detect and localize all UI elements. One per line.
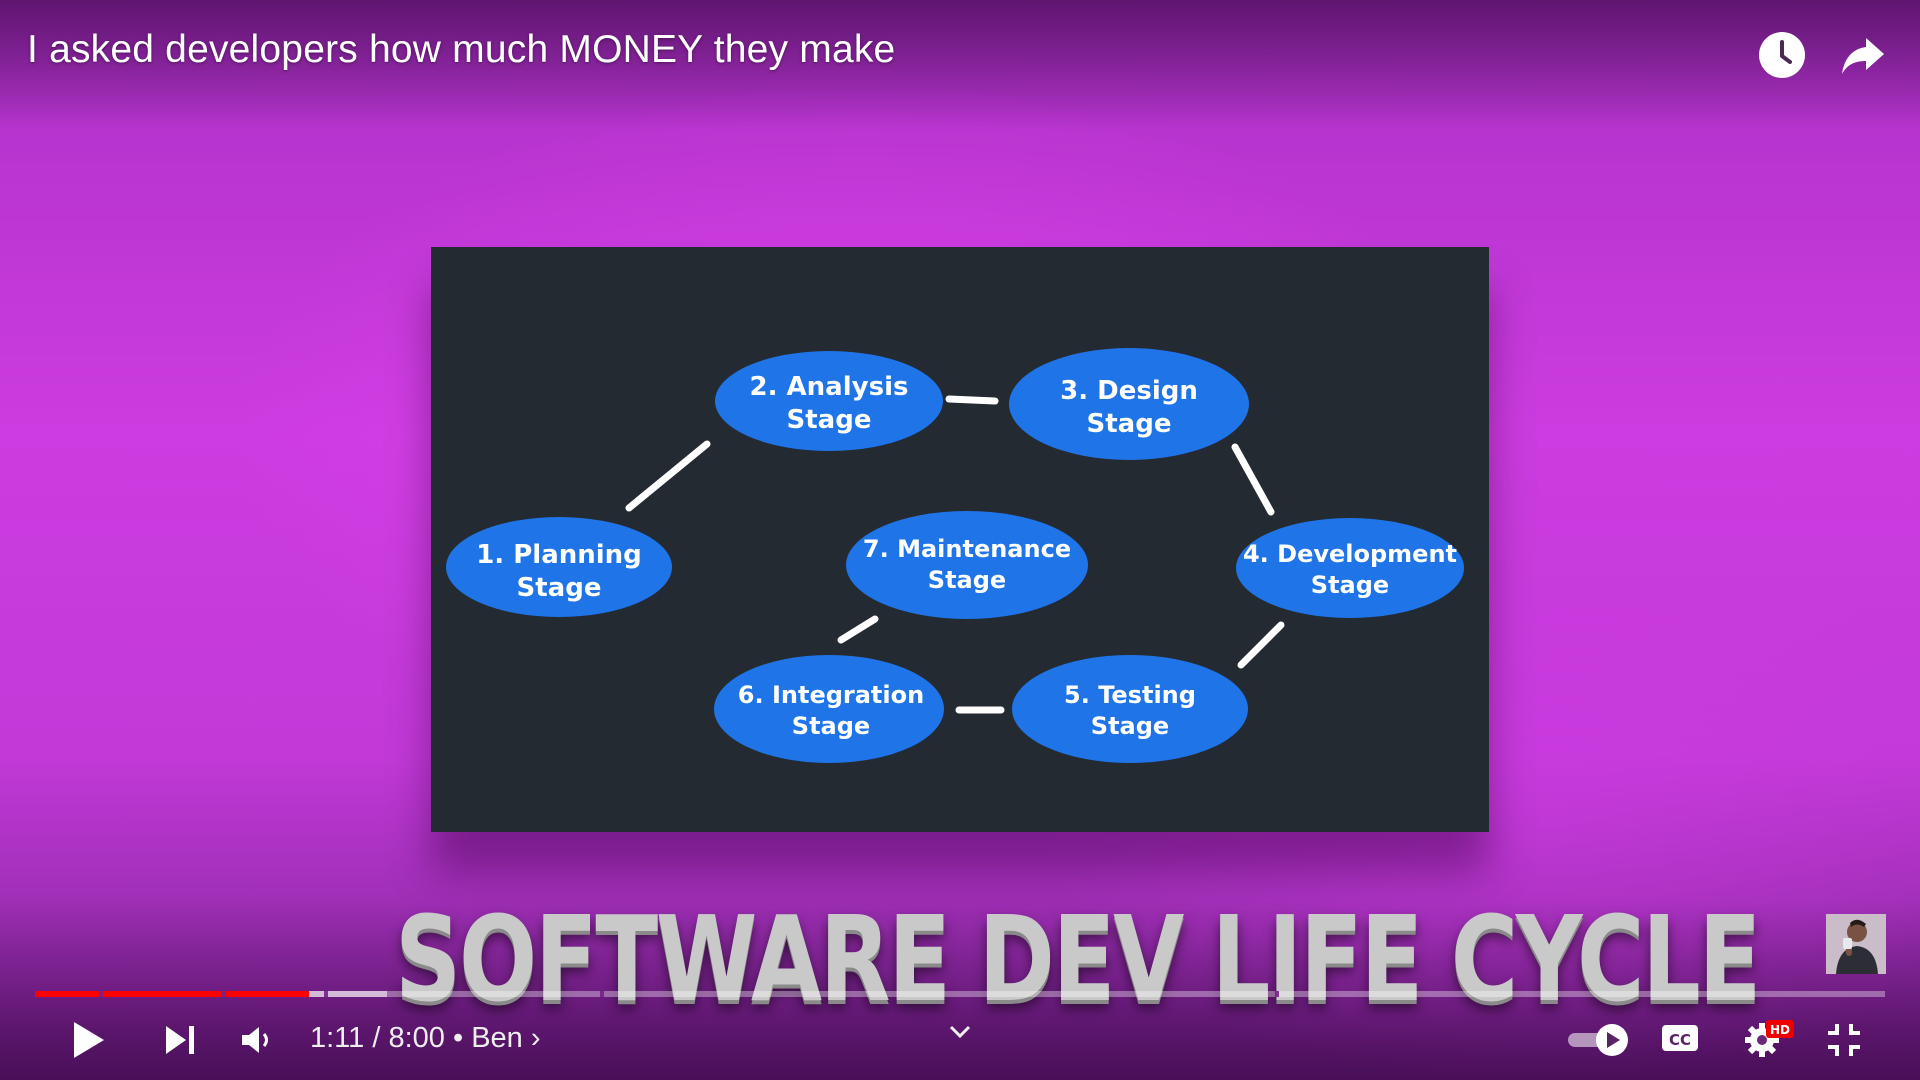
sdlc-diagram-slide: 1. Planning Stage 2. Analysis Stage 3. D… — [431, 247, 1489, 832]
chapter-marker — [99, 991, 103, 997]
svg-text:HD: HD — [1770, 1023, 1790, 1037]
time-display: 1:11 / 8:00 — [310, 1022, 445, 1054]
node-maintenance: 7. Maintenance Stage — [846, 511, 1088, 619]
time-and-chapter: 1:11 / 8:00 • Ben › — [310, 1022, 541, 1055]
svg-text:5. Testing: 5. Testing — [1064, 681, 1196, 709]
node-integration: 6. Integration Stage — [714, 655, 944, 763]
chapter-marker — [324, 991, 328, 997]
node-planning: 1. Planning Stage — [446, 517, 672, 617]
svg-text:2. Analysis: 2. Analysis — [750, 372, 909, 402]
svg-text:Stage: Stage — [1091, 712, 1169, 740]
svg-text:6. Integration: 6. Integration — [738, 681, 924, 709]
autoplay-toggle[interactable] — [1566, 1022, 1630, 1058]
settings-button[interactable]: HD — [1742, 1018, 1798, 1058]
svg-text:CC: CC — [1669, 1031, 1691, 1049]
captions-button[interactable]: CC — [1660, 1022, 1700, 1054]
video-title[interactable]: I asked developers how much MONEY they m… — [27, 28, 895, 72]
progress-played — [35, 991, 309, 997]
chapter-marker — [1275, 991, 1279, 997]
svg-text:7. Maintenance: 7. Maintenance — [863, 535, 1071, 563]
node-design: 3. Design Stage — [1009, 348, 1249, 460]
chapter-arrow[interactable]: › — [531, 1022, 541, 1054]
svg-text:Stage: Stage — [792, 712, 870, 740]
svg-text:Stage: Stage — [1311, 571, 1389, 599]
svg-text:4. Development: 4. Development — [1243, 540, 1457, 568]
node-testing: 5. Testing Stage — [1012, 655, 1248, 763]
progress-bar[interactable] — [35, 991, 1885, 997]
watch-later-icon[interactable] — [1757, 30, 1807, 80]
volume-icon[interactable] — [240, 1024, 274, 1056]
play-button[interactable] — [70, 1020, 106, 1060]
chapter-title[interactable]: Ben — [471, 1022, 523, 1054]
chapter-marker — [600, 991, 604, 997]
svg-text:Stage: Stage — [787, 405, 872, 435]
channel-thumbnail[interactable] — [1826, 914, 1886, 974]
separator-dot: • — [452, 1022, 464, 1054]
svg-text:Stage: Stage — [1087, 409, 1172, 439]
exit-fullscreen-icon[interactable] — [1826, 1022, 1862, 1058]
next-button[interactable] — [164, 1024, 196, 1056]
share-icon[interactable] — [1838, 30, 1888, 80]
gear-icon: HD — [1745, 1020, 1794, 1057]
svg-text:Stage: Stage — [517, 573, 602, 603]
chapter-marker — [222, 991, 226, 997]
svg-text:1. Planning: 1. Planning — [476, 540, 642, 570]
video-caption-overlay: SOFTWARE DEV LIFE CYCLE — [395, 890, 1761, 1028]
node-development: 4. Development Stage — [1236, 518, 1464, 618]
svg-text:Stage: Stage — [928, 566, 1006, 594]
chevron-down-icon[interactable] — [948, 1024, 972, 1040]
svg-text:3. Design: 3. Design — [1060, 376, 1198, 406]
node-analysis: 2. Analysis Stage — [715, 351, 943, 451]
